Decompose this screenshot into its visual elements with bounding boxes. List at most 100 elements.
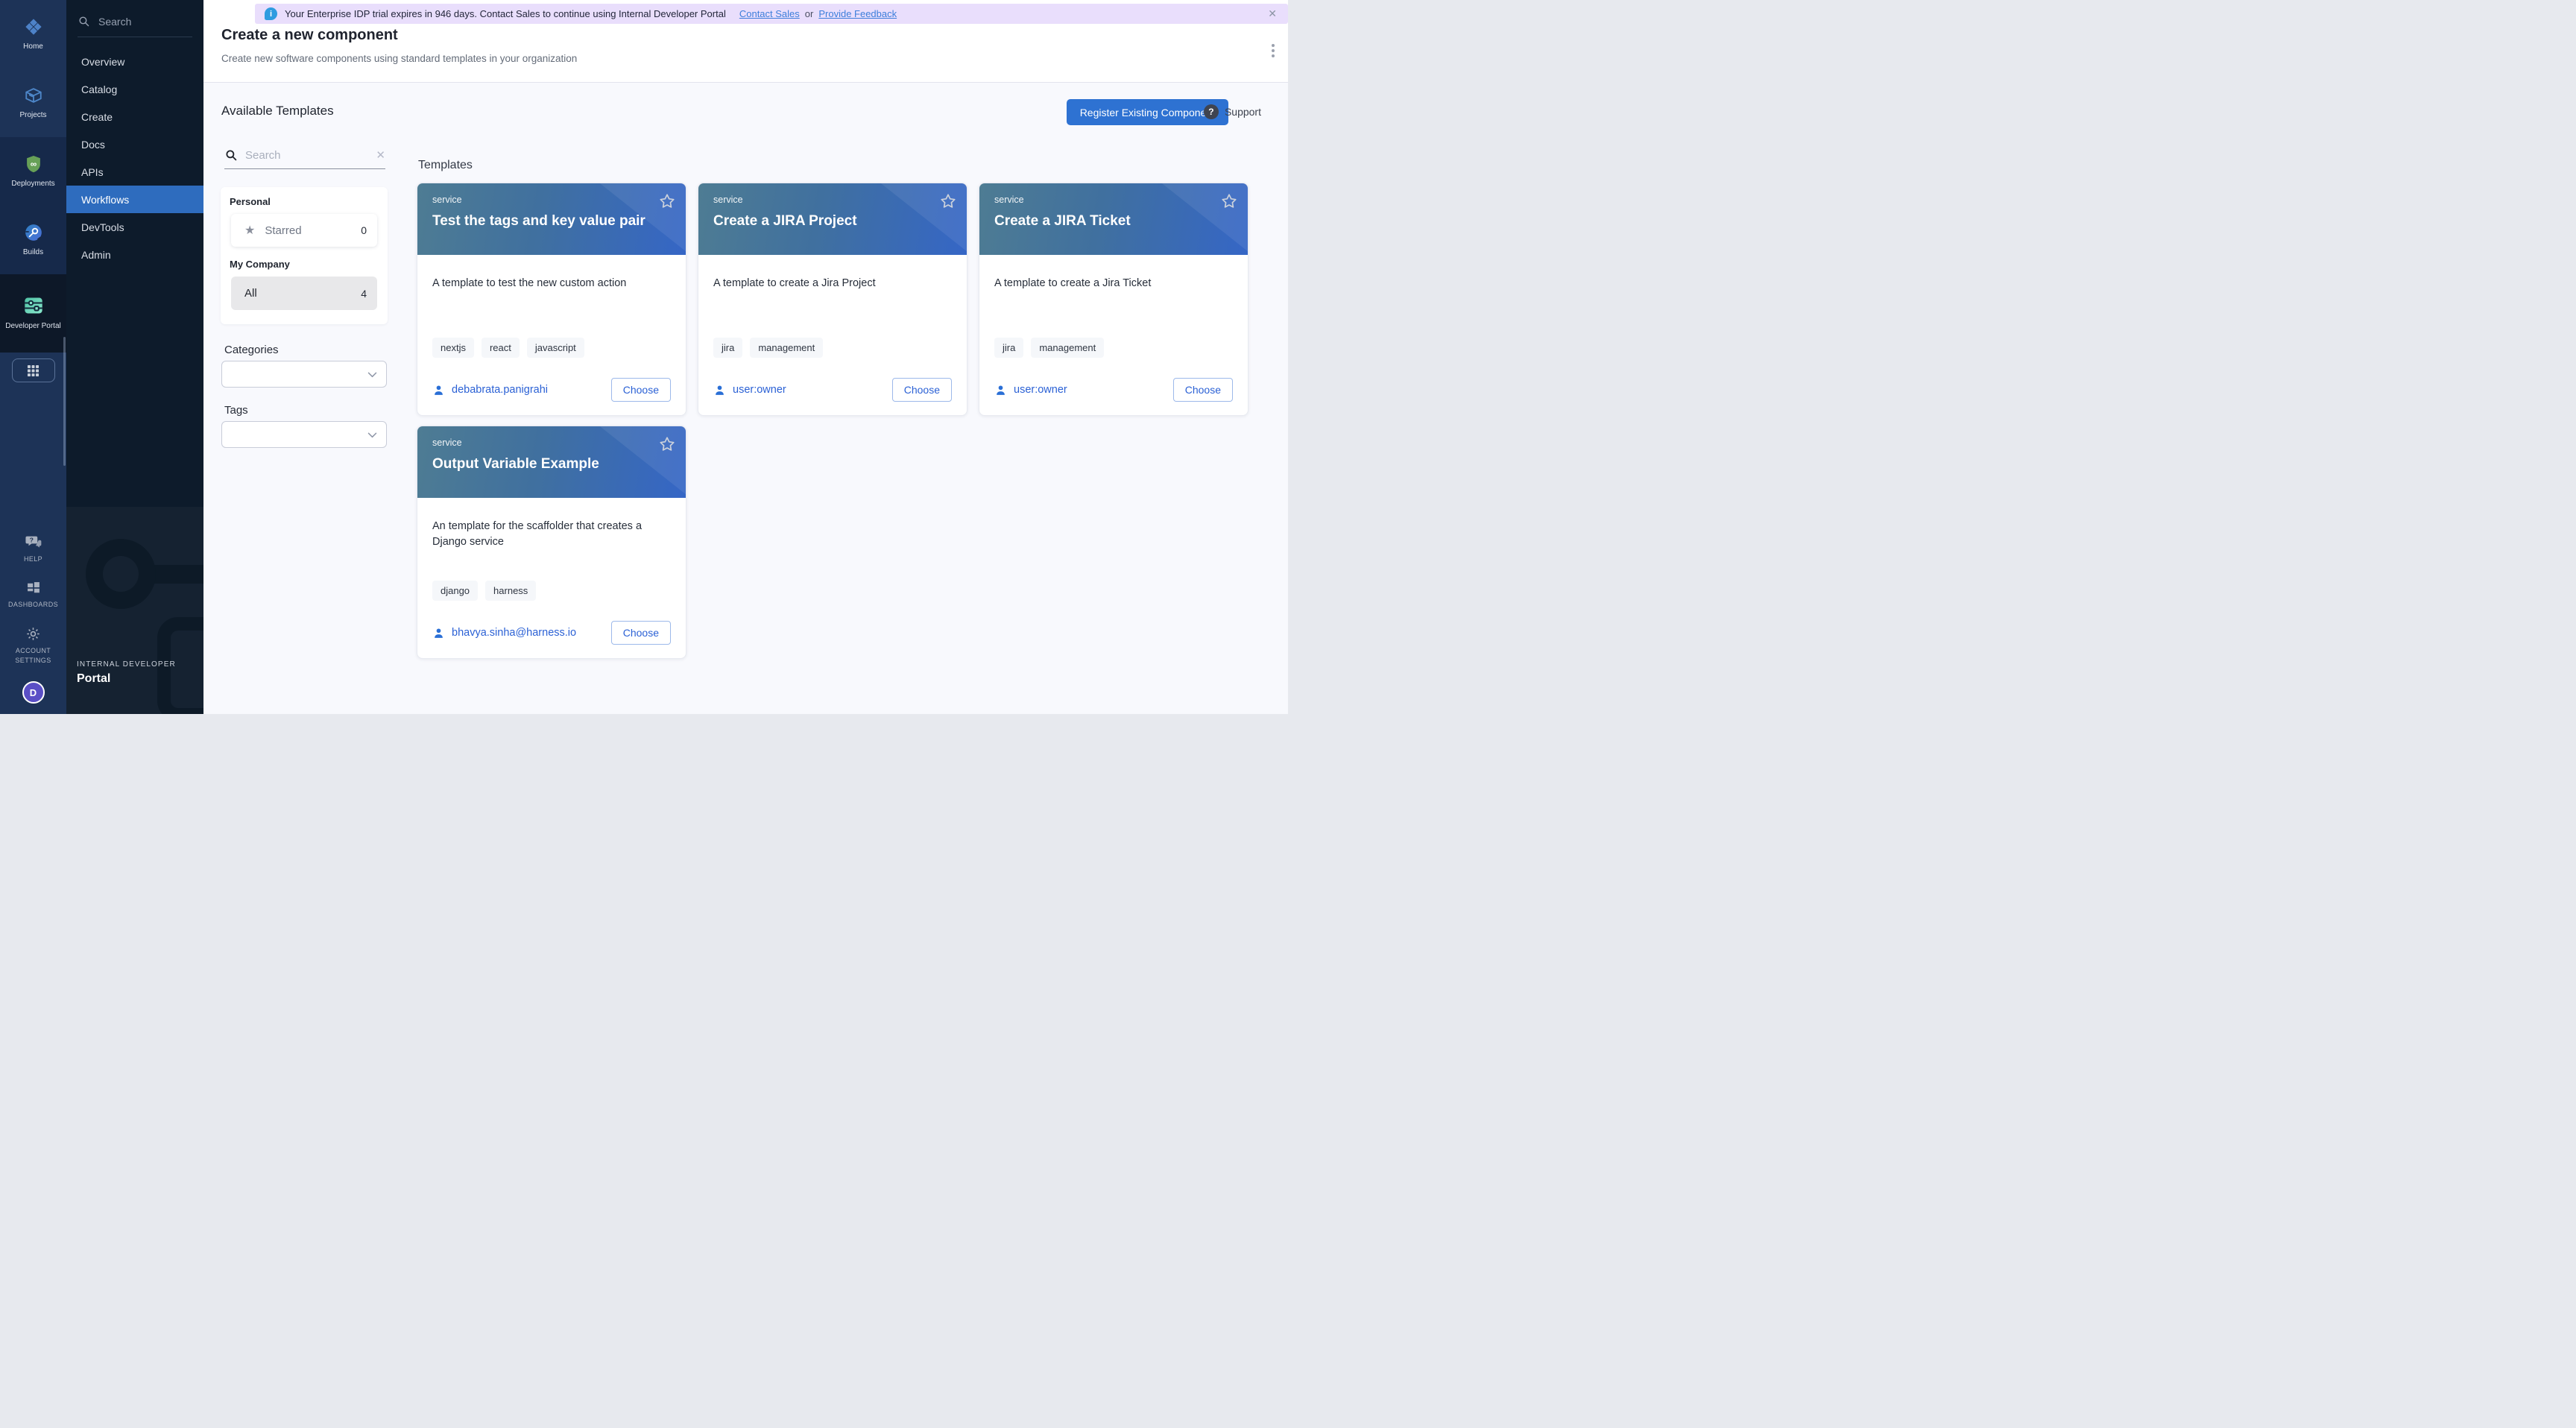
rail-item-projects[interactable]: Projects	[0, 69, 66, 137]
apps-grid-button[interactable]	[12, 358, 55, 382]
choose-button[interactable]: Choose	[892, 378, 952, 402]
rail-item-home[interactable]: Home	[0, 0, 66, 69]
search-icon	[78, 15, 90, 28]
template-card-footer: user:owner Choose	[994, 378, 1233, 402]
all-label: All	[244, 287, 257, 300]
company-group-label: My Company	[230, 259, 379, 270]
rail-item-builds[interactable]: Builds	[0, 206, 66, 274]
categories-label: Categories	[224, 344, 279, 356]
sidebar-item-workflows[interactable]: Workflows	[66, 186, 203, 213]
projects-icon	[24, 86, 43, 105]
star-icon[interactable]	[939, 192, 957, 210]
tag-pill: javascript	[527, 338, 584, 358]
owner-name: user:owner	[733, 384, 786, 396]
portal-title: Portal	[77, 672, 176, 686]
sidebar-search-label: Search	[98, 16, 131, 28]
banner-message: Your Enterprise IDP trial expires in 946…	[285, 8, 726, 19]
tag-pill: management	[1031, 338, 1104, 358]
starred-filter[interactable]: ★ Starred 0	[231, 214, 377, 247]
owner-name: bhavya.sinha@harness.io	[452, 627, 576, 639]
template-card-header: service Output Variable Example	[417, 426, 686, 498]
user-icon	[432, 384, 445, 397]
page-header: Create a new component Create new softwa…	[221, 27, 1243, 64]
owner-link[interactable]: user:owner	[994, 384, 1067, 397]
template-card-body: A template to test the new custom action…	[417, 255, 686, 415]
tag-pill: jira	[994, 338, 1023, 358]
search-input[interactable]	[245, 149, 357, 162]
template-search: ✕	[224, 148, 385, 169]
avatar-wrap: D	[0, 674, 66, 714]
categories-select[interactable]	[221, 361, 387, 388]
rail-item-help[interactable]: ? HELP	[0, 525, 66, 572]
avatar[interactable]: D	[22, 681, 45, 704]
template-card-header: service Create a JIRA Ticket	[979, 183, 1248, 255]
template-card: service Create a JIRA Ticket A template …	[979, 183, 1248, 416]
owner-link[interactable]: bhavya.sinha@harness.io	[432, 627, 576, 639]
template-title: Create a JIRA Project	[713, 213, 952, 230]
owner-link[interactable]: user:owner	[713, 384, 786, 397]
template-description: An template for the scaffolder that crea…	[432, 519, 663, 550]
tag-pill: django	[432, 581, 478, 601]
builds-icon	[24, 223, 43, 242]
sidebar-item-apis[interactable]: APIs	[66, 158, 203, 186]
templates-heading: Templates	[418, 159, 473, 172]
tag-pill: jira	[713, 338, 742, 358]
content-area: Available Templates Register Existing Co…	[203, 82, 1288, 714]
rail-item-account-settings[interactable]: ACCOUNT SETTINGS	[0, 618, 66, 674]
template-description: A template to create a Jira Ticket	[994, 276, 1225, 291]
tags-select[interactable]	[221, 421, 387, 448]
star-icon[interactable]	[1220, 192, 1238, 210]
provide-feedback-link[interactable]: Provide Feedback	[818, 8, 897, 19]
user-icon	[432, 627, 445, 639]
all-count: 4	[361, 288, 367, 300]
account-settings-icon	[25, 626, 41, 642]
sidebar-menu: OverviewCatalogCreateDocsAPIsWorkflowsDe…	[66, 48, 203, 268]
all-filter[interactable]: All 4	[231, 277, 377, 310]
sidebar-search[interactable]: Search	[66, 0, 203, 37]
kebab-menu-icon[interactable]	[1269, 41, 1278, 60]
sidebar-item-docs[interactable]: Docs	[66, 130, 203, 158]
rail-apps-wrap	[0, 353, 66, 382]
app-window: Home Projects ∞ Deployments Builds Devel…	[0, 0, 1288, 714]
chevron-down-icon	[366, 368, 379, 381]
sidebar-item-overview[interactable]: Overview	[66, 48, 203, 75]
trial-banner: i Your Enterprise IDP trial expires in 9…	[255, 4, 1288, 24]
module-rail: Home Projects ∞ Deployments Builds Devel…	[0, 0, 66, 714]
support-button[interactable]: ? Support	[1204, 104, 1261, 119]
search-icon	[224, 148, 238, 162]
owner-link[interactable]: debabrata.panigrahi	[432, 384, 548, 397]
choose-button[interactable]: Choose	[611, 378, 671, 402]
template-tags: jiramanagement	[713, 338, 952, 358]
svg-text:∞: ∞	[30, 159, 37, 169]
banner-or: or	[805, 8, 814, 19]
template-title: Create a JIRA Ticket	[994, 213, 1233, 230]
star-icon[interactable]	[658, 435, 676, 453]
rail-item-developer-portal[interactable]: Developer Portal	[0, 274, 66, 353]
filter-groups-card: Personal ★ Starred 0 My Company All 4	[221, 187, 388, 324]
template-tags: djangoharness	[432, 581, 671, 601]
choose-button[interactable]: Choose	[1173, 378, 1233, 402]
home-icon	[24, 17, 43, 37]
rail-bottom-group: ? HELP DASHBOARDS ACCOUNT SETTINGS	[0, 525, 66, 674]
sidebar-item-catalog[interactable]: Catalog	[66, 75, 203, 103]
template-description: A template to test the new custom action	[432, 276, 663, 291]
sidebar-item-devtools[interactable]: DevTools	[66, 213, 203, 241]
svg-text:?: ?	[29, 537, 33, 544]
sidebar-item-create[interactable]: Create	[66, 103, 203, 130]
star-icon[interactable]	[658, 192, 676, 210]
template-card-body: An template for the scaffolder that crea…	[417, 498, 686, 658]
sidebar-nav: Search OverviewCatalogCreateDocsAPIsWork…	[66, 0, 203, 714]
close-icon[interactable]: ✕	[1266, 7, 1278, 20]
contact-sales-link[interactable]: Contact Sales	[739, 8, 800, 19]
template-kind: service	[713, 195, 952, 205]
rail-item-deployments[interactable]: ∞ Deployments	[0, 137, 66, 206]
rail-item-dashboards[interactable]: DASHBOARDS	[0, 572, 66, 618]
choose-button[interactable]: Choose	[611, 621, 671, 645]
clear-search-icon[interactable]: ✕	[376, 148, 385, 162]
template-kind: service	[994, 195, 1233, 205]
starred-count: 0	[361, 224, 367, 236]
rail-modules: Home Projects ∞ Deployments Builds Devel…	[0, 0, 66, 353]
rail-scrollbar[interactable]	[63, 337, 66, 466]
sidebar-item-admin[interactable]: Admin	[66, 241, 203, 268]
owner-name: debabrata.panigrahi	[452, 384, 548, 396]
